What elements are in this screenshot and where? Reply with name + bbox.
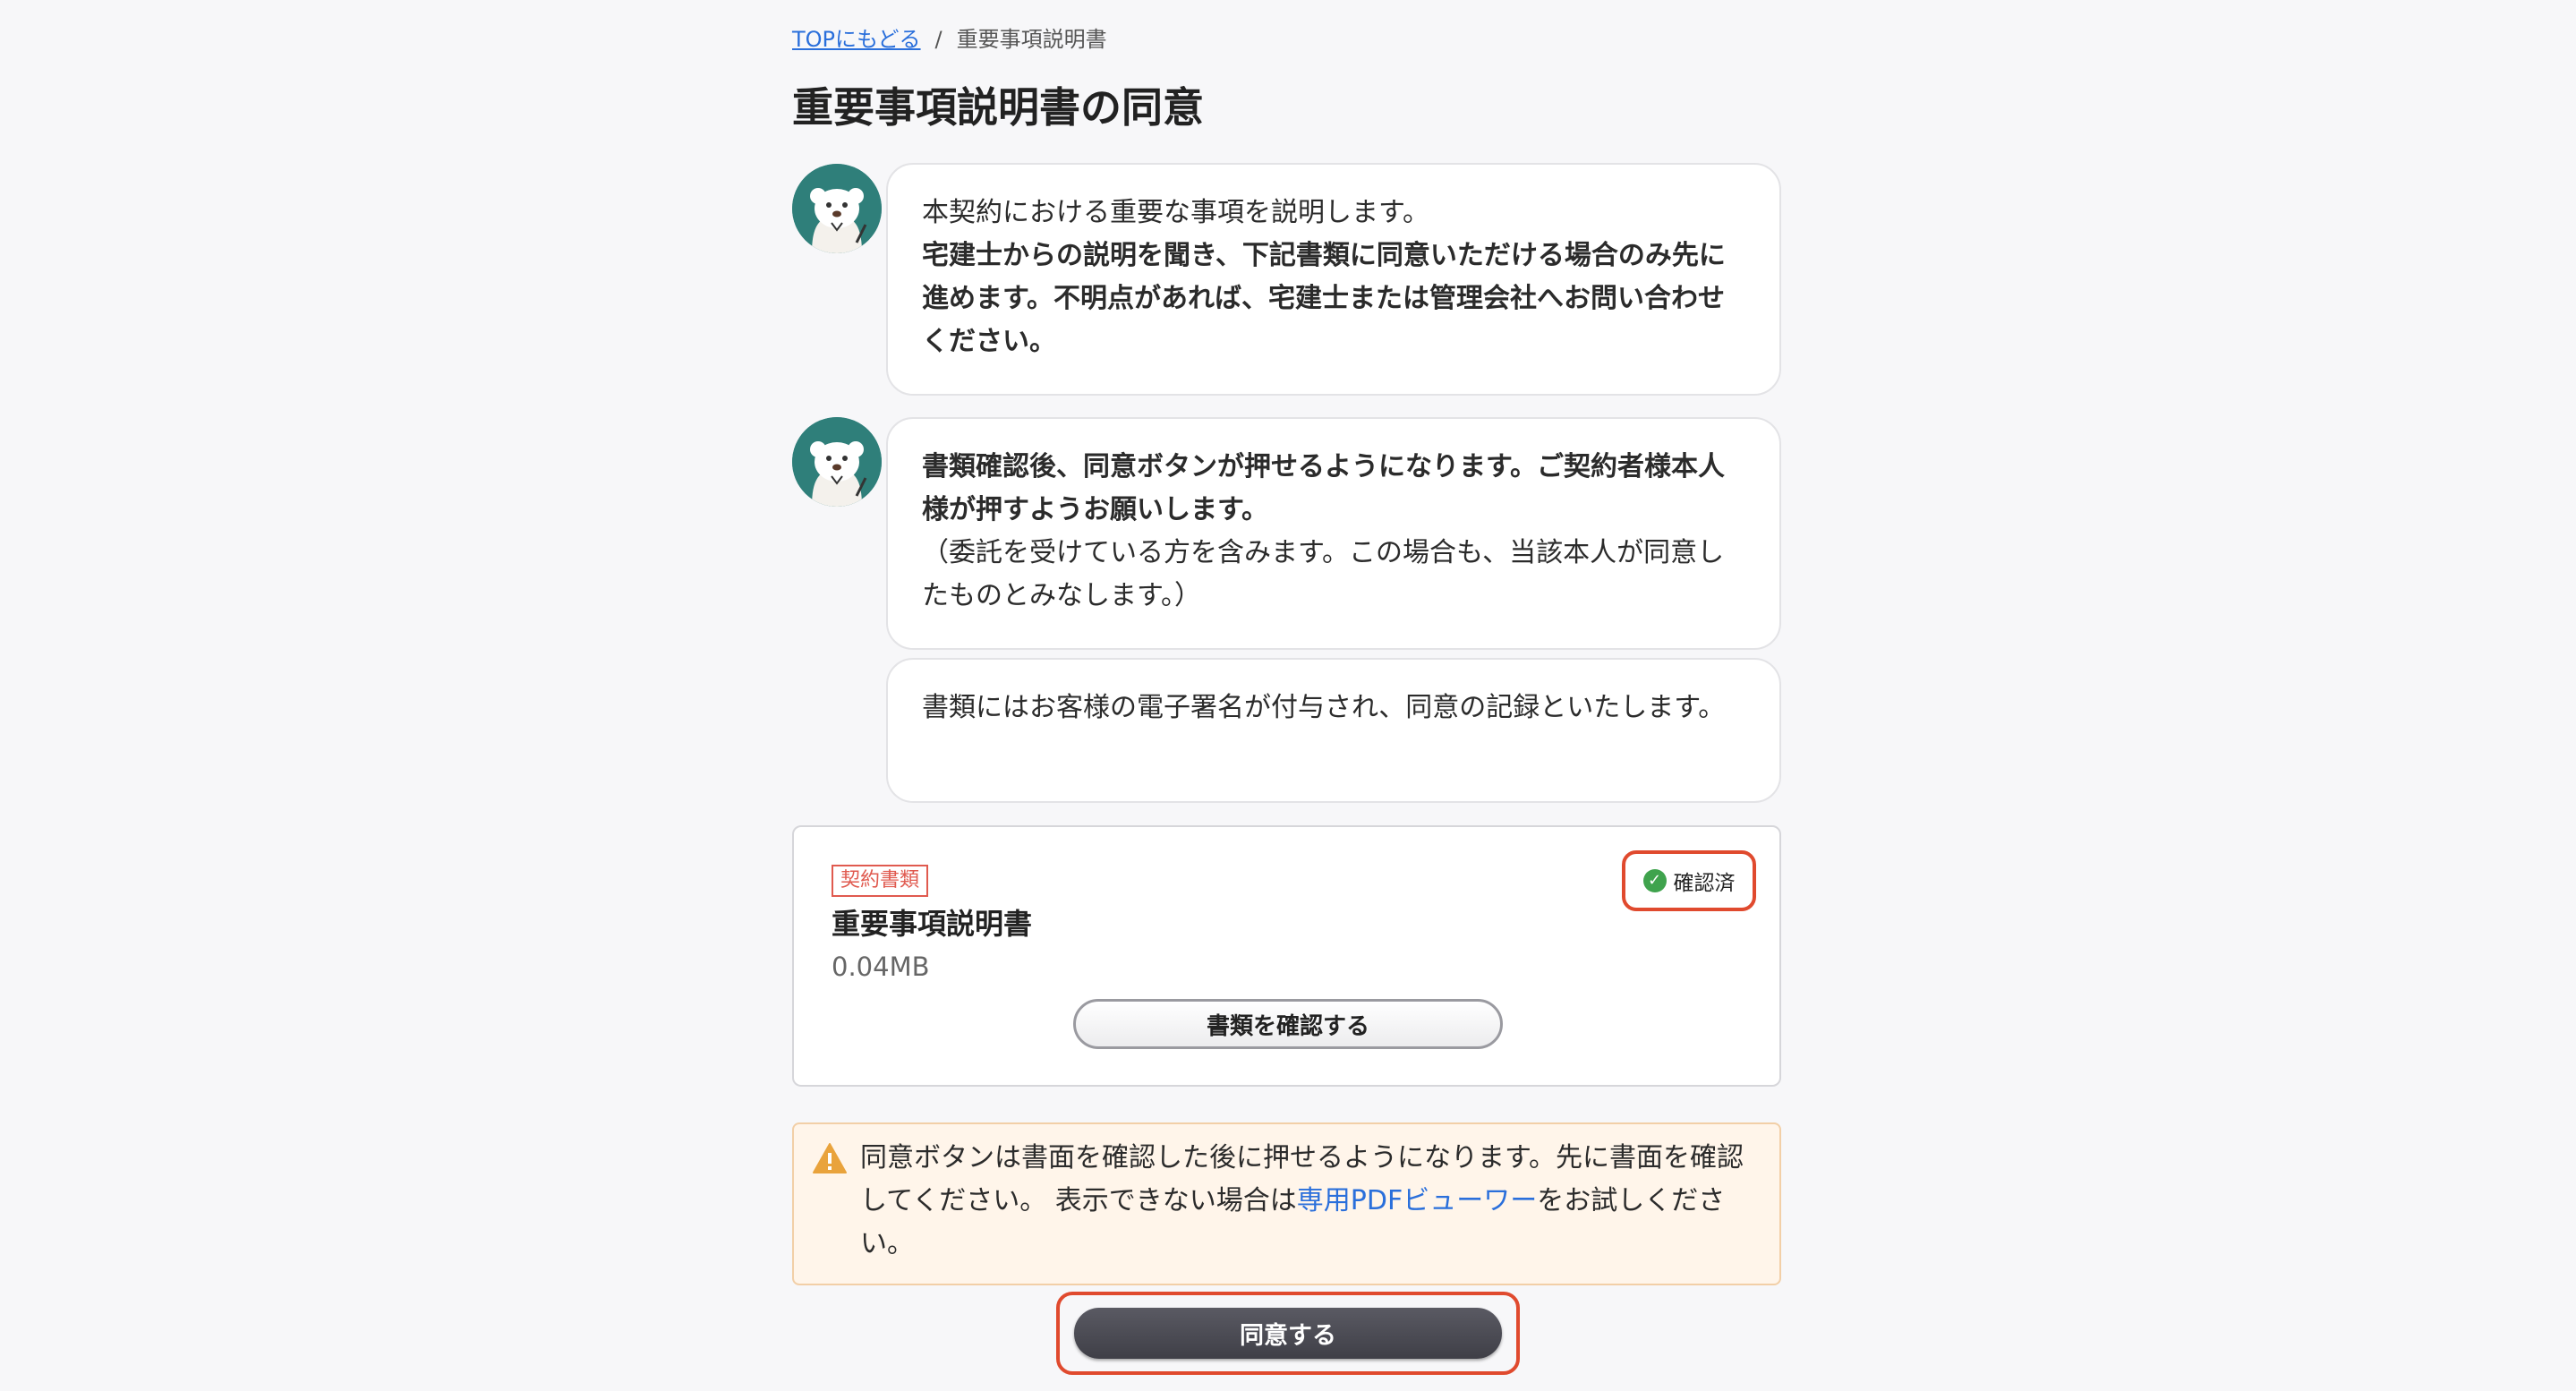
message-note: （委託を受けている方を含みます。この場合も、当該本人が同意したものとみなします。… (922, 537, 1725, 611)
status-label: 確認済 (1673, 872, 1736, 895)
document-card: 契約書類 重要事項説明書 0.04MB ✓ 確認済 書類を確認する (792, 825, 1781, 1087)
notice-box: 同意ボタンは書面を確認した後に押せるようになります。先に書面を確認してください。… (792, 1122, 1781, 1285)
status-badge: ✓ 確認済 (1622, 850, 1756, 911)
document-title: 重要事項説明書 (832, 907, 1033, 941)
breadcrumb-top-link[interactable]: TOPにもどる (792, 27, 921, 52)
check-circle-icon: ✓ (1642, 869, 1667, 892)
message-text-bold: 宅建士からの説明を聞き、下記書類に同意いただける場合のみ先に進めます。不明点があ… (922, 240, 1726, 357)
document-tag: 契約書類 (832, 865, 929, 897)
breadcrumb-separator: / (934, 27, 943, 52)
agree-button-highlight: 同意する (1056, 1292, 1520, 1375)
pdf-viewer-link[interactable]: 専用PDFビューワー (1297, 1185, 1537, 1216)
page-title: 重要事項説明書の同意 (792, 83, 1204, 132)
message-text: 書類にはお客様の電子署名が付与され、同意の記録といたします。 (922, 692, 1726, 723)
message-bubble-agree-info: 書類確認後、同意ボタンが押せるようになります。ご契約者様本人様が押すようお願いし… (886, 417, 1781, 650)
breadcrumb: TOPにもどる / 重要事項説明書 (792, 25, 1107, 54)
polar-bear-avatar-icon (792, 417, 882, 507)
message-bubble-intro: 本契約における重要な事項を説明します。 宅建士からの説明を聞き、下記書類に同意い… (886, 163, 1781, 396)
polar-bear-avatar-icon (792, 164, 882, 253)
message-text-bold: 書類確認後、同意ボタンが押せるようになります。ご契約者様本人様が押すようお願いし… (922, 451, 1725, 525)
message-bubble-signature: 書類にはお客様の電子署名が付与され、同意の記録といたします。 (886, 658, 1781, 803)
view-document-button[interactable]: 書類を確認する (1073, 999, 1503, 1049)
document-size: 0.04MB (832, 952, 930, 982)
breadcrumb-current: 重要事項説明書 (956, 27, 1107, 52)
agree-button[interactable]: 同意する (1074, 1308, 1502, 1359)
message-text: 本契約における重要な事項を説明します。 (922, 197, 1429, 228)
warning-triangle-icon (813, 1143, 847, 1173)
